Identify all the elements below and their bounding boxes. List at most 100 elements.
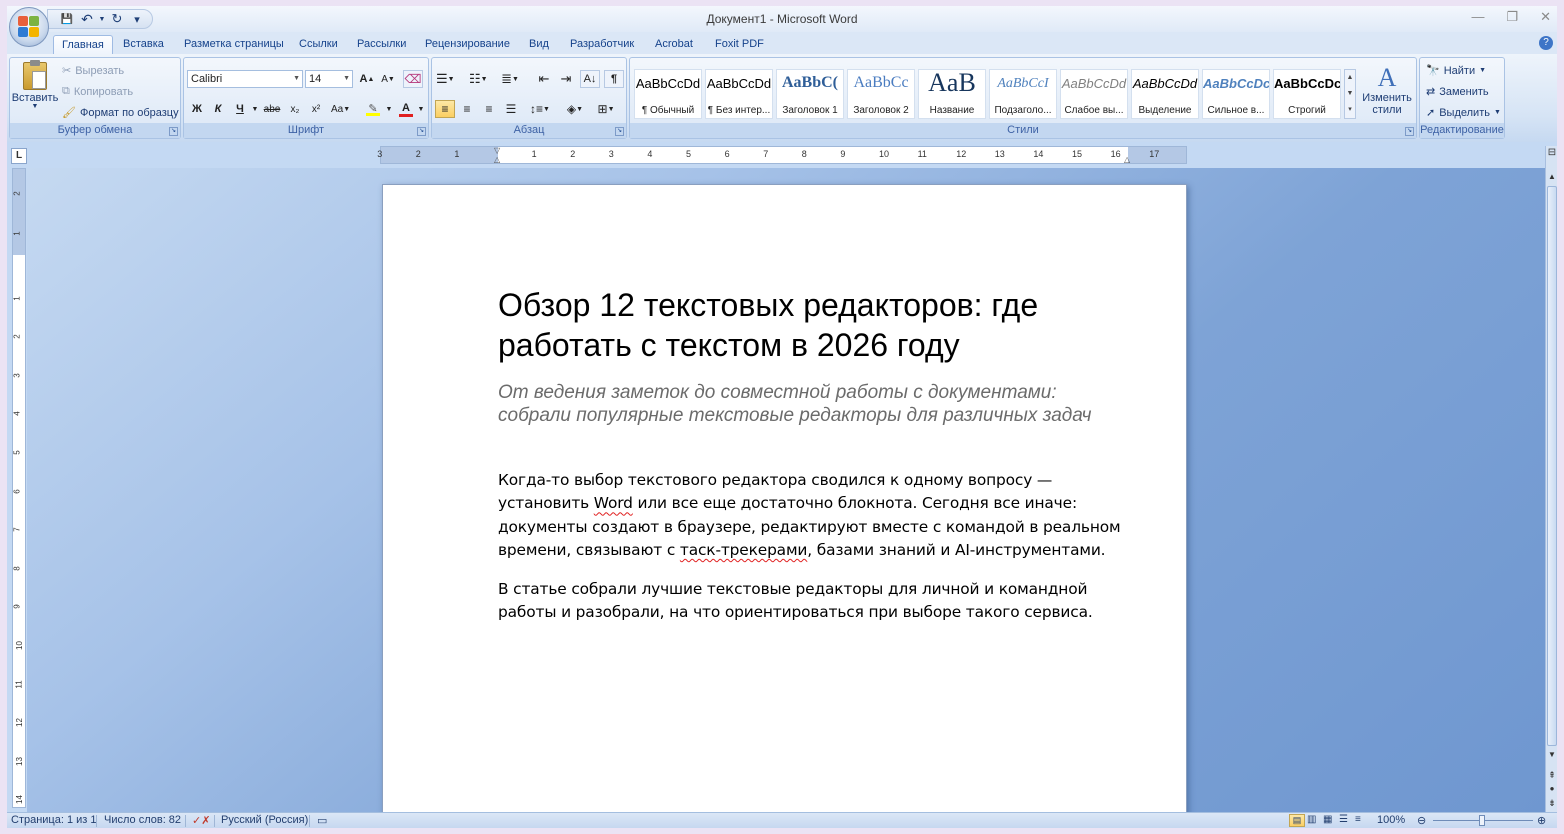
tab-insert[interactable]: Вставка: [123, 35, 164, 54]
bold-button[interactable]: Ж: [187, 100, 207, 118]
tab-acrobat[interactable]: Acrobat: [655, 35, 693, 54]
bullets-button[interactable]: ☰ ▼: [435, 70, 456, 88]
shading-button[interactable]: ◈ ▼: [565, 100, 585, 118]
style-no-spacing[interactable]: AaBbCcDd ¶ Без интер...: [705, 69, 773, 119]
language-indicator[interactable]: Русский (Россия): [221, 814, 308, 826]
numbering-button[interactable]: ☷ ▼: [468, 70, 489, 88]
style-heading-1[interactable]: AaBbC( Заголовок 1: [776, 69, 844, 119]
style-intense-emphasis[interactable]: AaBbCcDc Сильное в...: [1202, 69, 1270, 119]
style-strong[interactable]: AaBbCcDc Строгий: [1273, 69, 1341, 119]
full-screen-reading-view-icon[interactable]: ▥: [1307, 814, 1316, 825]
right-indent-marker[interactable]: △: [1124, 155, 1130, 164]
sort-button[interactable]: A↓: [580, 70, 600, 88]
vertical-ruler[interactable]: 2 1 1 2 3 4 5 6 7 8 9 10 11 12 13 14: [12, 168, 26, 808]
style-normal[interactable]: AaBbCcDd ¶ Обычный: [634, 69, 702, 119]
document-paragraph-2[interactable]: В статье собрали лучшие текстовые редакт…: [498, 578, 1128, 625]
copy-button[interactable]: ⧉ Копировать: [62, 85, 133, 98]
more-styles-icon[interactable]: ▾: [1345, 102, 1355, 118]
scroll-thumb[interactable]: [1547, 186, 1557, 746]
tab-references[interactable]: Ссылки: [299, 35, 338, 54]
paste-button[interactable]: Вставить ▼: [12, 60, 58, 110]
tab-review[interactable]: Рецензирование: [425, 35, 510, 54]
select-button[interactable]: ➚ Выделить ▼: [1426, 106, 1501, 120]
scroll-down-icon[interactable]: ▼: [1345, 86, 1355, 102]
tab-view[interactable]: Вид: [529, 35, 549, 54]
vertical-scrollbar[interactable]: ⊟ ▲ ▼ ⇞ ● ⇟: [1545, 146, 1557, 812]
help-icon[interactable]: ?: [1539, 36, 1553, 50]
decrease-indent-button[interactable]: ⇤: [534, 70, 554, 88]
styles-dialog-launcher-icon[interactable]: ↘: [1405, 127, 1414, 136]
justify-button[interactable]: ☰: [501, 100, 521, 118]
format-painter-button[interactable]: 🖌 Формат по образцу: [62, 106, 179, 120]
page-count[interactable]: Страница: 1 из 1: [11, 814, 97, 826]
style-subtitle[interactable]: AaBbCcI Подзаголо...: [989, 69, 1057, 119]
align-left-button[interactable]: ≡: [435, 100, 455, 118]
style-emphasis[interactable]: AaBbCcDd Выделение: [1131, 69, 1199, 119]
change-case-button[interactable]: Aa ▼: [330, 100, 351, 118]
previous-page-icon[interactable]: ⇞: [1546, 768, 1557, 782]
web-layout-view-icon[interactable]: ▦: [1323, 814, 1332, 825]
font-dialog-launcher-icon[interactable]: ↘: [417, 127, 426, 136]
outline-view-icon[interactable]: ☰: [1339, 814, 1348, 825]
view-ruler-icon[interactable]: ⊟: [1546, 146, 1557, 160]
shrink-font-button[interactable]: A ▼: [378, 70, 398, 88]
document-page[interactable]: Обзор 12 текстовых редакторов: где работ…: [382, 184, 1187, 812]
underline-button[interactable]: Ч: [230, 100, 250, 118]
macro-recording-icon[interactable]: ▭: [317, 814, 327, 827]
ruler-tab-selector[interactable]: L: [11, 148, 27, 164]
close-button[interactable]: ✕: [1540, 9, 1551, 25]
scroll-up-arrow-icon[interactable]: ▲: [1546, 170, 1557, 184]
line-spacing-button[interactable]: ↕≡ ▼: [529, 100, 551, 118]
word-count[interactable]: Число слов: 82: [104, 814, 181, 826]
subscript-button[interactable]: x₂: [285, 100, 305, 118]
next-page-icon[interactable]: ⇟: [1546, 796, 1557, 810]
tab-mailings[interactable]: Рассылки: [357, 35, 406, 54]
cut-button[interactable]: ✂ Вырезать: [62, 64, 124, 78]
italic-button[interactable]: К: [208, 100, 228, 118]
increase-indent-button[interactable]: ⇥: [556, 70, 576, 88]
font-color-button[interactable]: A: [396, 100, 416, 118]
zoom-in-icon[interactable]: ⊕: [1537, 814, 1546, 827]
font-size-select[interactable]: 14 ▼: [305, 70, 353, 88]
office-button[interactable]: [9, 7, 49, 47]
first-line-indent-marker[interactable]: ▽: [494, 146, 500, 155]
document-title[interactable]: Обзор 12 текстовых редакторов: где работ…: [498, 285, 1118, 365]
print-layout-view-icon[interactable]: ▤: [1289, 814, 1305, 827]
style-subtle-emphasis[interactable]: AaBbCcDd Слабое вы...: [1060, 69, 1128, 119]
scroll-down-arrow-icon[interactable]: ▼: [1546, 748, 1557, 762]
font-name-select[interactable]: Calibri ▼: [187, 70, 303, 88]
zoom-slider[interactable]: [1433, 815, 1533, 826]
font-color-dropdown-icon[interactable]: ▼: [416, 100, 426, 118]
clipboard-dialog-launcher-icon[interactable]: ↘: [169, 127, 178, 136]
spelling-check-icon[interactable]: ✓✗: [192, 814, 210, 827]
align-right-button[interactable]: ≡: [479, 100, 499, 118]
left-indent-marker[interactable]: △: [494, 155, 500, 164]
zoom-level[interactable]: 100%: [1377, 814, 1405, 826]
highlight-button[interactable]: ✎: [363, 100, 383, 118]
clear-formatting-button[interactable]: ⌫: [403, 70, 423, 88]
highlight-dropdown-icon[interactable]: ▼: [384, 100, 394, 118]
document-paragraph-1[interactable]: Когда-то выбор текстового редактора свод…: [498, 469, 1128, 562]
multilevel-list-button[interactable]: ≣ ▼: [500, 70, 520, 88]
change-styles-button[interactable]: A Изменить стили: [1360, 64, 1414, 117]
style-title[interactable]: AaB Название: [918, 68, 986, 119]
grow-font-button[interactable]: A ▲: [357, 70, 377, 88]
horizontal-ruler[interactable]: 3 2 1 1 2 3 4 5 6 7 8 9 10 11 12 13 14 15 16 17 ▽ △ △: [377, 146, 1187, 164]
document-subtitle[interactable]: От ведения заметок до совместной работы …: [498, 381, 1108, 427]
align-center-button[interactable]: ≡: [457, 100, 477, 118]
zoom-slider-thumb[interactable]: [1479, 815, 1485, 826]
show-marks-button[interactable]: ¶: [604, 70, 624, 88]
tab-foxit-pdf[interactable]: Foxit PDF: [715, 35, 764, 54]
strikethrough-button[interactable]: abe: [262, 100, 282, 118]
tab-developer[interactable]: Разработчик: [570, 35, 634, 54]
borders-button[interactable]: ⊞ ▼: [596, 100, 616, 118]
style-heading-2[interactable]: AaBbCc Заголовок 2: [847, 69, 915, 119]
minimize-button[interactable]: —: [1471, 9, 1484, 25]
superscript-button[interactable]: x²: [306, 100, 326, 118]
tab-page-layout[interactable]: Разметка страницы: [184, 35, 284, 54]
browse-object-icon[interactable]: ●: [1546, 782, 1557, 796]
restore-button[interactable]: ❐: [1506, 9, 1518, 25]
find-button[interactable]: 🔭 Найти ▼: [1426, 64, 1486, 78]
scroll-up-icon[interactable]: ▲: [1345, 70, 1355, 86]
underline-dropdown-icon[interactable]: ▼: [250, 100, 260, 118]
